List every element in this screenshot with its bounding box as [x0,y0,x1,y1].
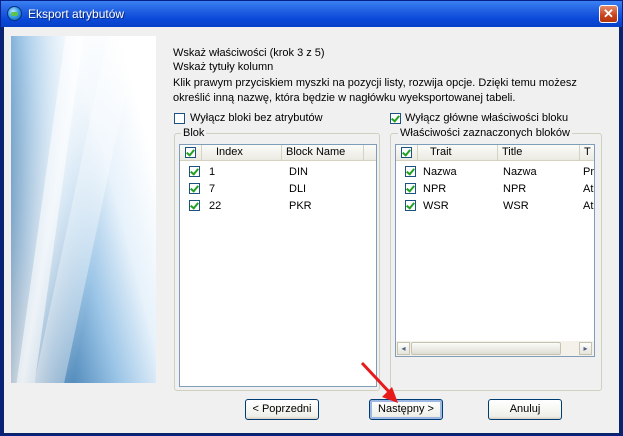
table-row[interactable]: Nazwa Nazwa Pr [396,164,594,181]
block-blank-column-header [364,145,376,160]
table-row[interactable]: 7 DLI [180,181,376,198]
third-column-header[interactable]: T [580,145,594,160]
wizard-side-image [11,36,156,383]
trait-column-header[interactable]: Trait [418,145,498,160]
hide-blocks-without-attributes-label[interactable]: Wyłącz bloki bez atrybutów [190,112,323,124]
block-name-cell: DLI [289,183,307,195]
dialog-client-area: Wskaż właściwości (krok 3 z 5) Wskaż tyt… [4,27,619,433]
cancel-button[interactable]: Anuluj [488,399,562,420]
third-cell: Pr [583,166,594,178]
third-cell: At [583,183,594,195]
block-list-header: Index Block Name [180,145,376,161]
step-subtitle: Wskaż tytuły kolumn [173,61,274,73]
properties-listview[interactable]: Trait Title T Nazwa Nazwa Pr NPR NPR At … [395,144,595,357]
app-globe-icon [7,6,22,21]
table-row[interactable]: NPR NPR At [396,181,594,198]
block-index-cell: 22 [209,200,222,212]
block-group-label: Blok [181,127,207,139]
dialog-window: Eksport atrybutów ✕ Wskaż właściwości (k… [0,0,623,436]
description-line-1: Klik prawym przyciskiem myszki na pozycj… [173,77,577,89]
block-name-column-header[interactable]: Block Name [282,145,364,160]
hide-main-block-properties-checkbox[interactable] [390,113,401,124]
row-checkbox[interactable] [405,183,416,194]
block-check-column-header[interactable] [180,145,202,160]
block-name-cell: PKR [289,200,312,212]
back-button[interactable]: < Poprzedni [245,399,319,420]
title-cell: WSR [503,200,529,212]
table-row[interactable]: 22 PKR [180,198,376,215]
block-index-cell: 7 [209,183,216,195]
horizontal-scrollbar[interactable]: ◂ ▸ [396,341,594,356]
close-button[interactable]: ✕ [599,5,618,23]
block-select-all-checkbox[interactable] [185,147,196,158]
trait-cell: WSR [423,200,449,212]
trait-cell: NPR [423,183,447,195]
block-name-cell: DIN [289,166,308,178]
row-checkbox[interactable] [189,183,200,194]
description-line-2: określić inną nazwę, która będzie w nagł… [173,92,516,104]
row-checkbox[interactable] [405,166,416,177]
table-row[interactable]: WSR WSR At [396,198,594,215]
scroll-left-icon[interactable]: ◂ [397,342,410,355]
third-cell: At [583,200,594,212]
row-checkbox[interactable] [405,200,416,211]
properties-group-label: Właściwości zaznaczonych bloków [398,127,572,139]
trait-cell: Nazwa [423,166,457,178]
row-checkbox[interactable] [189,200,200,211]
scroll-right-icon[interactable]: ▸ [579,342,592,355]
step-title: Wskaż właściwości (krok 3 z 5) [173,47,325,59]
hide-blocks-without-attributes-checkbox[interactable] [174,113,185,124]
hide-main-block-properties-label[interactable]: Wyłącz główne właściwości bloku [405,112,568,124]
title-cell: Nazwa [503,166,537,178]
properties-select-all-checkbox[interactable] [401,147,412,158]
title-column-header[interactable]: Title [498,145,580,160]
properties-list-header: Trait Title T [396,145,594,161]
title-bar[interactable]: Eksport atrybutów ✕ [1,1,622,27]
row-checkbox[interactable] [189,166,200,177]
block-index-cell: 1 [209,166,216,178]
red-arrow-annotation [360,361,398,403]
block-listview[interactable]: Index Block Name 1 DIN 7 DLI 22 PKR [179,144,377,387]
properties-check-column-header[interactable] [396,145,418,160]
window-title: Eksport atrybutów [28,7,125,21]
title-cell: NPR [503,183,527,195]
scrollbar-thumb[interactable] [411,342,561,355]
table-row[interactable]: 1 DIN [180,164,376,181]
block-index-column-header[interactable]: Index [202,145,282,160]
